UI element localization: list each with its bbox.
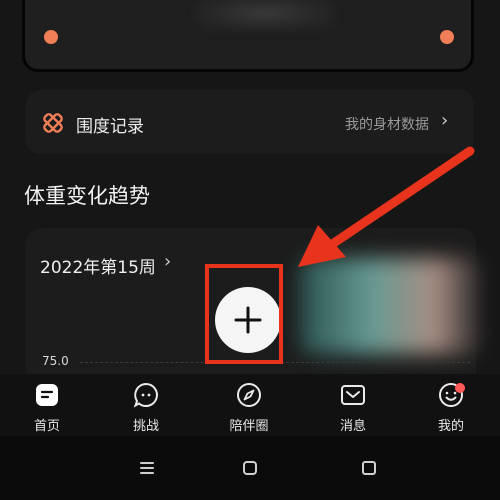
chevron-right-icon: › [441,110,449,131]
recent-apps-icon[interactable] [360,459,378,477]
tab-label: 陪伴圈 [229,419,269,434]
mail-icon [341,385,365,405]
tab-companion-circle[interactable]: 陪伴圈 [214,381,284,434]
home-icon [36,384,58,406]
slider-dot-left [44,30,58,44]
tab-home[interactable]: 首页 [12,381,82,434]
annotation-arrow [298,146,475,267]
section-title: 体重变化趋势 [24,184,150,208]
chat-bubble-icon [133,382,158,408]
slider-dot-right [440,30,454,44]
notification-badge [455,383,465,393]
measurements-title: 围度记录 [76,117,144,137]
body-data-link[interactable]: 我的身材数据 [345,114,429,134]
chevron-right-icon[interactable]: › [164,251,171,272]
tab-label: 首页 [33,419,60,434]
tab-challenge[interactable]: 挑战 [111,381,181,434]
annotation-highlight-box [205,264,283,364]
compass-icon [237,383,261,407]
measuring-tape-icon [40,110,66,136]
y-axis-tick: 75.0 [42,354,69,368]
tab-label: 我的 [437,419,464,434]
tab-label: 挑战 [132,419,159,434]
tab-label: 消息 [339,419,366,434]
menu-icon[interactable] [138,459,156,477]
blurred-content [195,0,335,31]
tab-messages[interactable]: 消息 [318,381,388,434]
tab-profile[interactable]: 我的 [416,381,486,434]
home-button-icon[interactable] [241,459,259,477]
week-selector[interactable]: 2022年第15周 [40,253,156,278]
summary-card [22,0,474,72]
